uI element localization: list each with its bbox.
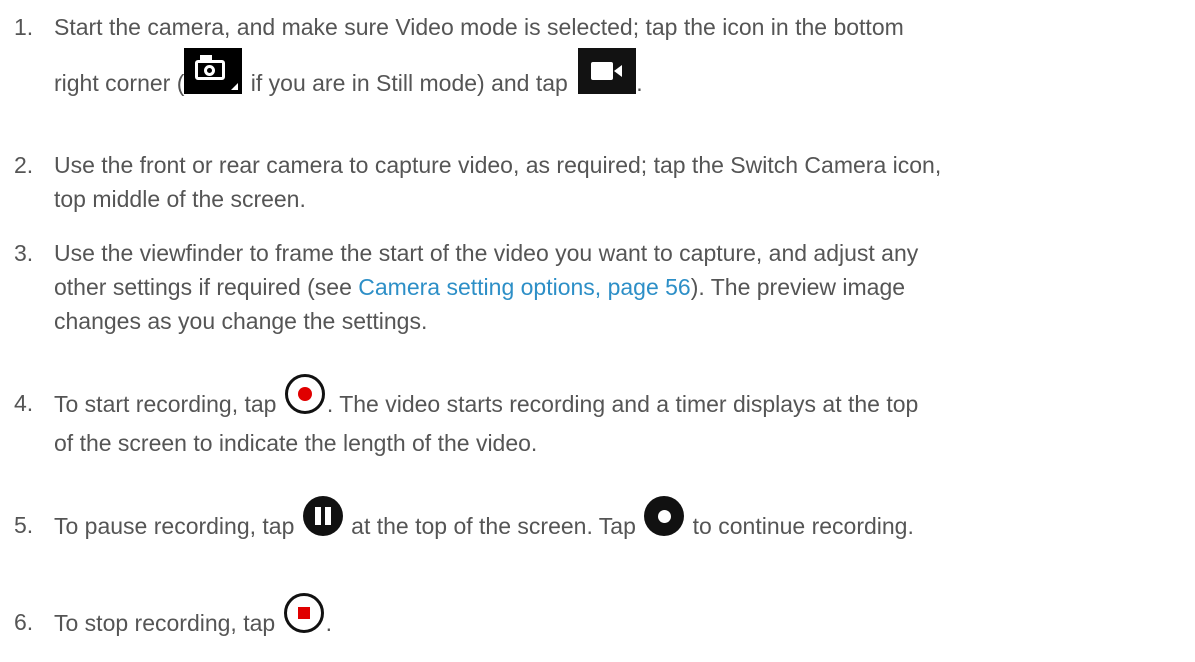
step-text: changes as you change the settings. <box>54 308 428 334</box>
step-3: 3. Use the viewfinder to frame the start… <box>14 236 1184 338</box>
step-text: of the screen to indicate the length of … <box>54 430 538 456</box>
step-text: . <box>636 70 643 97</box>
step-1: 1. Start the camera, and make sure Video… <box>14 10 1184 108</box>
step-5: 5. To pause recording, tap at the top of… <box>14 496 1184 548</box>
step-text: Use the viewfinder to frame the start of… <box>54 240 919 266</box>
video-camera-icon <box>578 48 637 94</box>
step-number: 3. <box>14 240 34 266</box>
step-text: top middle of the screen. <box>54 186 306 212</box>
step-number: 1. <box>14 14 34 40</box>
step-text: right corner ( <box>54 70 185 97</box>
step-text: To start recording, tap <box>54 391 277 418</box>
step-number: 2. <box>14 152 34 178</box>
step-text: Start the camera, and make sure Video mo… <box>54 14 904 40</box>
step-text: Use the front or rear camera to capture … <box>54 152 942 178</box>
step-text: at the top of the screen. Tap <box>351 513 636 540</box>
step-text: To stop recording, tap <box>54 610 276 637</box>
step-text: ). The preview image <box>690 274 906 300</box>
stop-icon <box>283 593 324 633</box>
step-text: To pause recording, tap <box>54 513 295 540</box>
step-number: 4. <box>14 390 34 416</box>
step-6: 6. To stop recording, tap . <box>14 593 1184 645</box>
step-text: to continue recording. <box>692 513 914 540</box>
record-icon <box>284 374 325 414</box>
step-text: . <box>325 610 332 637</box>
resume-record-icon <box>644 496 685 536</box>
step-number: 6. <box>14 609 34 635</box>
step-4: 4. To start recording, tap . The video s… <box>14 374 1184 460</box>
step-number: 5. <box>14 512 34 538</box>
camera-settings-link[interactable]: Camera setting options, page 56 <box>358 274 690 300</box>
step-text: if you are in Still mode) and tap <box>250 70 568 97</box>
step-text: . The video starts recording and a timer… <box>326 391 919 418</box>
step-text: other settings if required (see <box>54 274 359 300</box>
step-2: 2. Use the front or rear camera to captu… <box>14 148 1184 216</box>
pause-icon <box>302 496 343 536</box>
still-camera-icon <box>184 48 243 94</box>
